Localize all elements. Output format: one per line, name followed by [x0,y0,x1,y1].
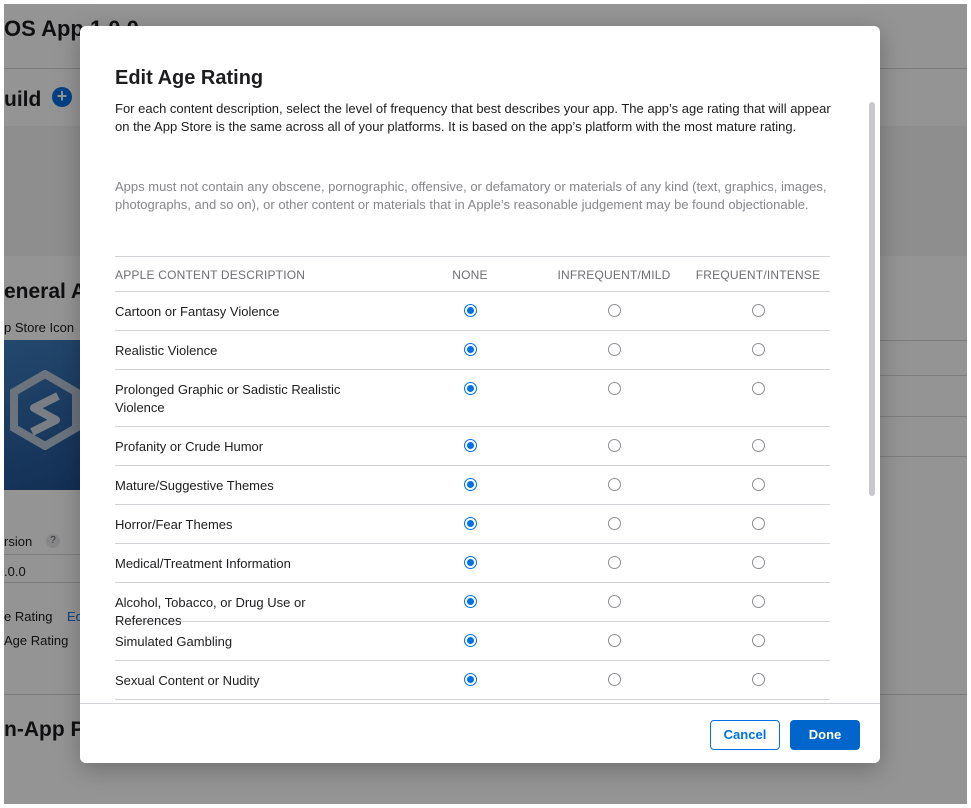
radio-none[interactable] [463,634,477,647]
radio-none[interactable] [463,439,477,452]
row-label: Cartoon or Fantasy Violence [115,304,280,319]
radio-mild[interactable] [607,595,621,608]
radio-mild[interactable] [607,478,621,491]
radio-none[interactable] [463,382,477,395]
radio-mild[interactable] [607,673,621,686]
edit-age-rating-dialog: Edit Age Rating For each content descrip… [80,26,880,763]
radio-intense[interactable] [751,382,765,395]
radio-mild[interactable] [607,382,621,395]
radio-intense[interactable] [751,304,765,317]
radio-intense[interactable] [751,439,765,452]
radio-intense[interactable] [751,595,765,608]
radio-mild[interactable] [607,343,621,356]
radio-intense[interactable] [751,673,765,686]
table-row: Cartoon or Fantasy Violence [115,292,830,331]
column-header-intense-label: FREQUENT/INTENSE [695,268,821,282]
row-label: Mature/Suggestive Themes [115,478,274,493]
column-header-mild-label: INFREQUENT/MILD [557,268,671,282]
radio-mild[interactable] [607,556,621,569]
dialog-footer: Cancel Done [80,703,880,763]
radio-none[interactable] [463,343,477,356]
table-row: Medical/Treatment Information [115,544,830,583]
content-description-table: APPLE CONTENT DESCRIPTION NONE INFREQUEN… [115,256,830,700]
radio-none[interactable] [463,478,477,491]
table-row: Prolonged Graphic or Sadistic Realistic … [115,370,830,427]
dialog-title: Edit Age Rating [115,67,264,89]
dialog-content[interactable]: Edit Age Rating For each content descrip… [80,26,880,703]
table-row: Alcohol, Tobacco, or Drug Use or Referen… [115,583,830,628]
table-body: Cartoon or Fantasy Violence Realistic Vio… [115,292,830,700]
row-label: Realistic Violence [115,343,218,358]
radio-none[interactable] [463,595,477,608]
radio-none[interactable] [463,517,477,530]
radio-mild[interactable] [607,304,621,317]
radio-intense[interactable] [751,556,765,569]
radio-intense[interactable] [751,634,765,647]
radio-mild[interactable] [607,517,621,530]
intro-text: For each content description, select the… [115,101,831,134]
radio-mild[interactable] [607,439,621,452]
radio-none[interactable] [463,673,477,686]
radio-none[interactable] [463,304,477,317]
cancel-button[interactable]: Cancel [710,720,780,750]
policy-note: Apps must not contain any obscene, porno… [115,179,827,212]
row-label: Medical/Treatment Information [115,556,291,571]
table-header: APPLE CONTENT DESCRIPTION NONE INFREQUEN… [115,256,830,292]
scrollbar-thumb[interactable] [869,102,875,496]
column-header-none-label: NONE [452,268,488,282]
row-label: Horror/Fear Themes [115,517,233,532]
done-button[interactable]: Done [790,720,860,750]
column-header-description: APPLE CONTENT DESCRIPTION [115,268,306,282]
table-row: Simulated Gambling [115,622,830,661]
table-row: Profanity or Crude Humor [115,427,830,466]
radio-mild[interactable] [607,634,621,647]
table-row: Sexual Content or Nudity [115,661,830,700]
row-label: Simulated Gambling [115,634,233,649]
row-label: Sexual Content or Nudity [115,673,260,688]
radio-intense[interactable] [751,343,765,356]
row-label: Prolonged Graphic or Sadistic Realistic … [115,382,341,415]
radio-none[interactable] [463,556,477,569]
radio-intense[interactable] [751,478,765,491]
row-label: Profanity or Crude Humor [115,439,264,454]
table-row: Mature/Suggestive Themes [115,466,830,505]
table-row: Horror/Fear Themes [115,505,830,544]
table-row: Realistic Violence [115,331,830,370]
radio-intense[interactable] [751,517,765,530]
